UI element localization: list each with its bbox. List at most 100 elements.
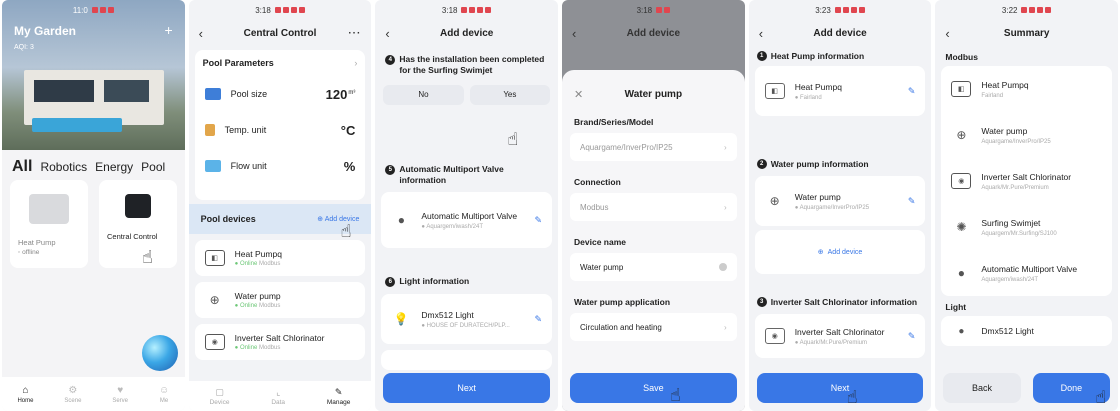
heat-pump-card[interactable]: ◧ Heat Pumpq ● Fairland ✎ [754, 66, 926, 116]
add-device-link[interactable]: ⊕ Add device [317, 215, 359, 223]
chlorinator-icon: ◉ [951, 173, 972, 189]
param-pool-size[interactable]: Pool size 120 m³ [195, 76, 366, 112]
close-icon[interactable]: ✕ [574, 88, 594, 101]
add-device-button[interactable]: ⊕ Add device [754, 230, 926, 274]
summary-actions: Back Done [943, 373, 1111, 403]
notification-dots [91, 7, 114, 13]
screen-add-device-questions: 3:18 ‹ Add device 4 Has the installation … [375, 0, 559, 411]
page-title: Summary [1003, 27, 1050, 39]
back-button[interactable]: Back [943, 373, 1021, 403]
valve-card[interactable]: ● Automatic Multiport Valve ● Aquargem/iw… [381, 192, 553, 248]
water-pump-icon: ⊕ [209, 293, 220, 307]
status-bar: 3:23 [749, 0, 932, 20]
status-bar: 11:0 [2, 0, 185, 20]
clear-icon[interactable] [718, 263, 727, 271]
yes-button[interactable]: Yes [469, 84, 551, 105]
tab-pool[interactable]: Pool [141, 160, 165, 174]
water-pump-card[interactable]: ⊕ Water pump ● Aquargame/InverPro/IP25 ✎ [754, 176, 926, 226]
pool-parameters-header[interactable]: Pool Parameters › [195, 50, 366, 76]
tab-scene[interactable]: ⚙ Scene [64, 385, 81, 404]
hand-pointer-icon: ☝ [1095, 387, 1107, 407]
application-label: Water pump application [574, 297, 671, 307]
summary-item-valve: ● Automatic Multiport Valve Aquargem/iwas… [941, 250, 1112, 296]
tab-me[interactable]: ☺ Me [159, 385, 169, 404]
nav-data[interactable]: ⌞ Data [271, 387, 285, 406]
sheet-title: Water pump [624, 89, 683, 100]
tab-energy[interactable]: Energy [95, 160, 133, 174]
device-card-name: Heat Pump [18, 238, 56, 247]
notification-dots [274, 7, 305, 13]
tab-robotics[interactable]: Robotics [40, 160, 87, 174]
tab-home[interactable]: ⌂ Home [17, 385, 33, 404]
back-icon[interactable]: ‹ [945, 26, 959, 41]
hand-pointer-icon: ☝ [507, 129, 519, 149]
status-bar: 3:18 [562, 0, 745, 20]
edit-icon[interactable]: ✎ [908, 331, 916, 342]
screen-home: 11:0 My Garden AQI: 3 + All Robotics Ene… [2, 0, 185, 411]
connection-select[interactable]: Modbus › [570, 193, 737, 221]
tab-serve[interactable]: ♥ Serve [112, 385, 128, 404]
back-icon[interactable]: ‹ [199, 26, 213, 41]
salt-chlorinator-card[interactable]: ◉ Inverter Salt Chlorinator ● Aquark/Mr.P… [754, 314, 926, 358]
bulb-icon: 💡 [393, 312, 409, 326]
add-icon[interactable]: + [164, 22, 172, 38]
tab-all[interactable]: All [12, 158, 32, 176]
page-title: Central Control [243, 27, 317, 39]
header: ‹ Add device [375, 20, 558, 46]
chevron-right-icon: › [354, 58, 358, 68]
edit-icon[interactable]: ✎ [908, 196, 916, 207]
summary-item-light: ● Dmx512 Light [941, 316, 1112, 346]
back-icon[interactable]: ‹ [572, 26, 586, 41]
back-icon[interactable]: ‹ [385, 26, 399, 41]
manage-icon: ✎ [334, 386, 343, 397]
next-card-partial [381, 350, 553, 370]
flow-icon [204, 160, 221, 172]
next-button[interactable]: Next [756, 373, 924, 403]
param-temp-unit[interactable]: Temp. unit °C [195, 112, 366, 148]
more-icon[interactable]: ··· [347, 28, 361, 39]
light-card[interactable]: 💡 Dmx512 Light ● HOUSE OF DURATECH/PLP...… [381, 294, 553, 344]
assistant-orb-icon[interactable] [142, 335, 178, 371]
device-row-salt-chlorinator[interactable]: ◉ Inverter Salt Chlorinator ● Online Mod… [194, 324, 366, 360]
light-label: Light [945, 302, 967, 312]
hand-pointer-icon: ☝ [670, 385, 681, 405]
device-card-heat-pump[interactable]: Heat Pump ◦ offline [10, 180, 88, 268]
no-button[interactable]: No [383, 84, 464, 105]
screen-water-pump-modal: 3:18 ‹ Add device ✕ Water pump Brand/Ser… [562, 0, 745, 411]
chlorinator-icon: ◉ [204, 334, 225, 350]
bottom-nav: ▢ Device ⌞ Data ✎ Manage [188, 381, 372, 411]
edit-icon[interactable]: ✎ [908, 86, 916, 97]
screen-add-device-overview: 3:23 ‹ Add device 1 Heat Pump information… [748, 0, 932, 411]
application-select[interactable]: Circulation and heating › [570, 313, 737, 341]
connection-label: Connection [574, 177, 621, 187]
swimjet-icon: ✺ [956, 220, 967, 234]
save-button[interactable]: Save [570, 373, 737, 403]
water-pump-icon: ⊕ [769, 194, 780, 208]
header: ‹ Summary [935, 20, 1118, 46]
home-icon: ⌂ [22, 384, 29, 396]
valve-icon: ● [957, 266, 965, 280]
house-illustration [24, 70, 164, 125]
status-bar: 3:18 [375, 0, 558, 20]
status-time: 11:0 [72, 5, 88, 15]
edit-icon[interactable]: ✎ [534, 215, 542, 226]
device-row-heat-pump[interactable]: ◧ Heat Pumpq ● Online Modbus [194, 240, 366, 276]
scene-icon: ⚙ [68, 384, 78, 396]
central-control-thumbnail [125, 194, 151, 218]
param-flow-unit[interactable]: Flow unit % [195, 148, 366, 184]
valve-icon: ● [397, 213, 405, 227]
chevron-right-icon: › [724, 322, 727, 332]
nav-manage[interactable]: ✎ Manage [327, 387, 351, 406]
garden-title[interactable]: My Garden [14, 24, 76, 38]
screenshot-strip: 11:0 My Garden AQI: 3 + All Robotics Ene… [0, 0, 1120, 411]
pool-size-icon [204, 88, 221, 100]
nav-device[interactable]: ▢ Device [210, 387, 230, 406]
back-icon[interactable]: ‹ [759, 26, 773, 41]
device-row-water-pump[interactable]: ⊕ Water pump ● Online Modbus [194, 282, 366, 318]
next-button[interactable]: Next [383, 373, 551, 403]
device-card-central-control[interactable]: Central Control [99, 180, 177, 268]
edit-icon[interactable]: ✎ [534, 314, 542, 325]
category-tabs: All Robotics Energy Pool [12, 158, 165, 176]
device-name-input[interactable]: Water pump [570, 253, 737, 281]
brand-select[interactable]: Aquargame/InverPro/IP25 › [570, 133, 737, 161]
